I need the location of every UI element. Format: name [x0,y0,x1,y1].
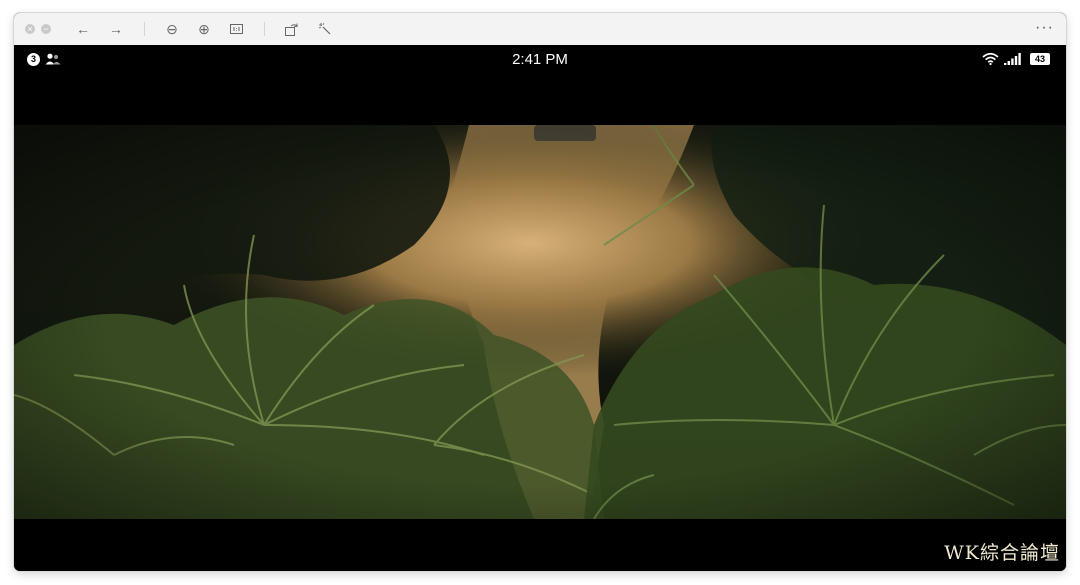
palm-jungle-image [14,125,1066,519]
status-bar: 3 2:41 PM 43 [14,45,1066,75]
more-icon: ··· [1035,19,1054,36]
actual-size-button[interactable] [223,13,249,45]
watermark-text: WK綜合論壇 [944,542,1060,564]
zoom-in-button[interactable]: ⊕ [191,13,217,45]
battery-icon: 43 [1030,53,1050,65]
zoom-in-icon: ⊕ [198,20,210,37]
zoom-out-button[interactable]: ⊖ [159,13,185,45]
back-arrow-icon: ← [76,21,90,37]
forward-arrow-icon: → [109,21,123,37]
viewer-toolbar: × − ← → ⊖ ⊕ ··· [14,13,1066,46]
phone-screen: 3 2:41 PM 43 WK綜合論壇 [14,45,1066,571]
video-frame[interactable] [14,125,1066,519]
toolbar-divider [144,22,145,36]
markup-button[interactable] [312,13,338,45]
zoom-out-icon: ⊖ [166,20,178,37]
markup-icon [318,22,331,35]
back-button[interactable]: ← [70,13,96,45]
wifi-icon [982,52,999,65]
status-time: 2:41 PM [512,51,568,68]
close-icon: × [27,24,33,34]
rotate-icon [285,23,298,36]
cellular-signal-icon [1004,53,1021,65]
more-button[interactable]: ··· [1035,13,1054,45]
viewer-window: × − ← → ⊖ ⊕ ··· 3 2:41 PM 43 WK綜合論壇 [14,13,1066,571]
forward-button[interactable]: → [103,13,129,45]
minimize-icon: − [43,24,49,34]
actual-size-icon [229,24,243,34]
toolbar-divider [264,22,265,36]
rotate-button[interactable] [279,13,305,45]
close-button[interactable]: × [25,24,35,34]
minimize-button[interactable]: − [41,24,51,34]
